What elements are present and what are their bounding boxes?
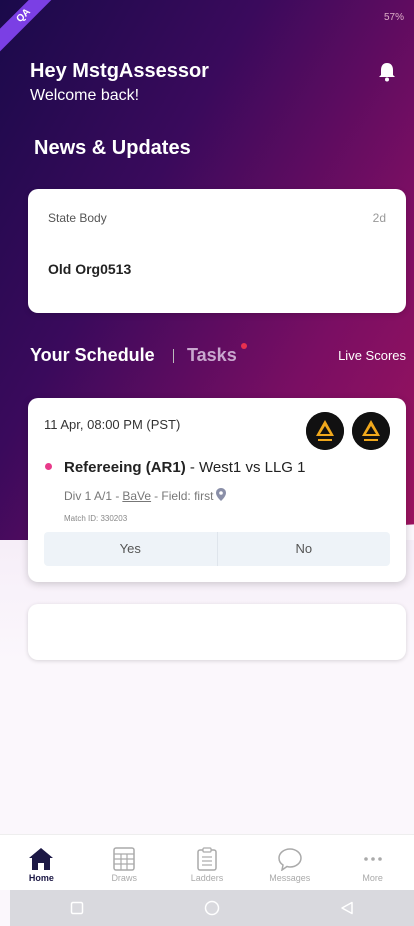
status-dot bbox=[45, 463, 52, 470]
match-division: Div 1 A/1 - bbox=[64, 489, 120, 503]
nav-ladders-label: Ladders bbox=[190, 873, 224, 883]
yes-button[interactable]: Yes bbox=[44, 532, 217, 566]
match-title: Refereeing (AR1) - West1 vs LLG 1 bbox=[64, 459, 305, 476]
empty-card bbox=[28, 604, 406, 660]
news-age: 2d bbox=[372, 211, 386, 225]
news-source: State Body bbox=[48, 211, 107, 225]
team-logo-away bbox=[352, 412, 390, 450]
news-section-title: News & Updates bbox=[34, 137, 191, 159]
match-card[interactable]: 11 Apr, 08:00 PM (PST) Refereeing (AR1) … bbox=[28, 398, 406, 582]
match-teams: - West1 vs LLG 1 bbox=[185, 459, 306, 476]
no-button[interactable]: No bbox=[216, 532, 391, 566]
nav-messages-label: Messages bbox=[269, 873, 311, 883]
battery-level: 57% bbox=[383, 12, 404, 23]
nav-home[interactable]: Home bbox=[0, 835, 83, 890]
page-background bbox=[0, 540, 414, 840]
tab-tasks[interactable]: Tasks bbox=[187, 345, 237, 366]
tab-divider bbox=[173, 349, 174, 363]
match-id: Match ID: 330203 bbox=[64, 514, 128, 523]
greeting-block: Hey MstgAssessor Welcome back! bbox=[30, 60, 209, 105]
back-icon[interactable] bbox=[340, 901, 354, 915]
nav-messages[interactable]: Messages bbox=[248, 835, 331, 890]
draws-icon bbox=[111, 847, 137, 871]
match-meta: Div 1 A/1 - BaVe - Field: first bbox=[64, 488, 227, 504]
nav-more-label: More bbox=[362, 873, 383, 883]
match-role: Refereeing (AR1) bbox=[64, 459, 186, 476]
tasks-notification-dot bbox=[241, 343, 247, 349]
schedule-tabs: Your Schedule Tasks Live Scores bbox=[30, 343, 410, 371]
nav-ladders[interactable]: Ladders bbox=[166, 835, 249, 890]
ladders-icon bbox=[194, 847, 220, 871]
system-navigation-bar bbox=[10, 890, 414, 926]
news-text: Old Org0513 bbox=[48, 261, 132, 277]
tab-your-schedule[interactable]: Your Schedule bbox=[30, 345, 155, 366]
team-logo-home bbox=[306, 412, 344, 450]
availability-actions: Yes No bbox=[44, 532, 390, 566]
recents-icon[interactable] bbox=[70, 901, 84, 915]
nav-draws[interactable]: Draws bbox=[83, 835, 166, 890]
venue-link[interactable]: BaVe bbox=[122, 489, 151, 503]
home-circle-icon[interactable] bbox=[204, 900, 220, 916]
match-datetime: 11 Apr, 08:00 PM (PST) bbox=[44, 417, 181, 432]
greeting-title: Hey MstgAssessor bbox=[30, 60, 209, 82]
messages-icon bbox=[277, 847, 303, 872]
nav-home-label: Home bbox=[28, 873, 54, 883]
status-bar: 57% bbox=[384, 12, 404, 23]
bottom-nav: Home Draws Ladders Messages More bbox=[0, 834, 414, 890]
location-pin-icon[interactable] bbox=[216, 488, 227, 504]
match-field: - Field: first bbox=[154, 489, 214, 503]
greeting-subtitle: Welcome back! bbox=[30, 87, 140, 104]
nav-draws-label: Draws bbox=[111, 873, 137, 883]
news-card[interactable]: State Body 2d Old Org0513 bbox=[28, 189, 406, 313]
nav-more[interactable]: More bbox=[331, 835, 414, 890]
more-icon bbox=[360, 847, 386, 871]
home-icon bbox=[28, 847, 54, 871]
live-scores-link[interactable]: Live Scores bbox=[338, 348, 406, 363]
bell-icon[interactable] bbox=[378, 62, 396, 82]
